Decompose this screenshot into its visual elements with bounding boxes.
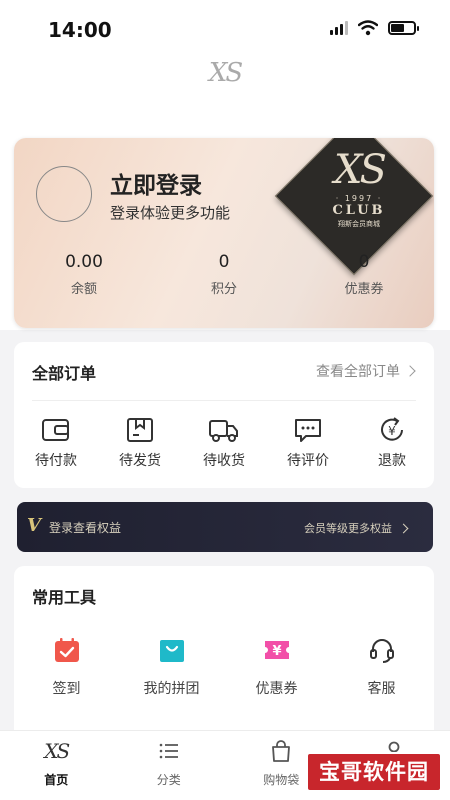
order-label: 待收货	[203, 453, 245, 469]
stat-balance[interactable]: 0.00 余额	[14, 252, 154, 297]
status-icons	[330, 20, 419, 36]
stat-label: 余额	[70, 282, 97, 297]
tools-title: 常用工具	[32, 588, 97, 607]
order-label: 待发货	[119, 453, 161, 469]
banner-left-text: 登录查看权益	[49, 521, 122, 535]
battery-icon	[388, 21, 419, 35]
order-label: 待评价	[287, 453, 329, 469]
login-subtitle: 登录体验更多功能	[110, 204, 231, 222]
order-label: 待付款	[35, 453, 77, 469]
wifi-icon	[358, 20, 378, 36]
tool-coupons[interactable]: ¥ 优惠券	[229, 636, 325, 698]
member-benefits-banner[interactable]: V 登录查看权益 会员等级更多权益	[17, 502, 433, 552]
home-logo-icon: XS	[44, 739, 70, 763]
shopping-bag-icon	[272, 740, 291, 762]
stat-value: 0	[218, 252, 230, 272]
badge-club: CLUB	[332, 203, 386, 218]
app-logo: XS	[208, 58, 243, 88]
tool-label: 客服	[367, 681, 396, 697]
tool-customer-service[interactable]: 客服	[334, 636, 430, 698]
stat-label: 优惠券	[344, 282, 384, 297]
nav-category[interactable]: 分类	[113, 731, 226, 800]
badge-logo: XS	[334, 147, 387, 193]
orders-card: 全部订单 查看全部订单 待付款 待发货 待收货 待评价 ¥ 退款	[14, 342, 434, 488]
comment-icon	[295, 419, 321, 442]
calendar-check-icon	[54, 638, 79, 662]
chevron-right-icon	[404, 365, 416, 377]
watermark: 宝哥软件园	[306, 752, 442, 792]
view-all-label: 查看全部订单	[316, 364, 400, 380]
nav-label: 分类	[156, 773, 181, 787]
stat-label: 积分	[210, 282, 237, 297]
wallet-icon	[42, 419, 69, 441]
nav-home[interactable]: XS 首页	[0, 731, 113, 800]
order-status-row: 待付款 待发货 待收货 待评价 ¥ 退款	[14, 416, 434, 470]
order-pending-payment[interactable]: 待付款	[21, 416, 91, 470]
signal-icon	[330, 21, 348, 35]
vip-icon: V	[27, 515, 41, 536]
stat-points[interactable]: 0 积分	[154, 252, 294, 297]
order-label: 退款	[378, 453, 406, 469]
svg-text:¥: ¥	[388, 424, 396, 438]
member-stats: 0.00 余额 0 积分 0 优惠券	[14, 252, 434, 297]
tool-label: 我的拼团	[143, 681, 200, 697]
tool-group-buy[interactable]: 我的拼团	[124, 636, 220, 698]
order-pending-shipment[interactable]: 待发货	[105, 416, 175, 470]
stat-coupons[interactable]: 0 优惠券	[294, 252, 434, 297]
chevron-right-icon	[398, 523, 409, 533]
refund-icon: ¥	[381, 417, 403, 441]
tool-label: 签到	[52, 681, 81, 697]
truck-icon	[209, 420, 238, 442]
view-all-orders-link[interactable]: 查看全部订单	[316, 361, 416, 381]
headset-icon	[369, 639, 394, 663]
status-time: 14:00	[48, 18, 112, 42]
list-icon	[159, 743, 178, 759]
banner-right-text: 会员等级更多权益	[304, 522, 392, 535]
order-refund[interactable]: ¥ 退款	[357, 416, 427, 470]
orders-title: 全部订单	[32, 364, 97, 383]
badge-year: · 1997 ·	[335, 194, 383, 203]
tools-row: 签到 我的拼团 ¥ 优惠券 客服	[14, 636, 434, 698]
club-badge-text: XS · 1997 · CLUB 翔斯会员商城	[304, 148, 414, 229]
tool-label: 优惠券	[255, 681, 298, 697]
avatar[interactable]	[36, 166, 92, 222]
login-title[interactable]: 立即登录	[110, 166, 202, 200]
stat-value: 0	[358, 252, 370, 272]
order-pending-receipt[interactable]: 待收货	[189, 416, 259, 470]
package-icon	[127, 418, 153, 442]
divider	[32, 400, 416, 401]
nav-label: 首页	[44, 773, 69, 787]
svg-text:¥: ¥	[272, 644, 281, 659]
status-bar: 14:00	[0, 0, 450, 56]
stat-value: 0.00	[65, 252, 103, 272]
badge-subtitle: 翔斯会员商城	[338, 220, 380, 228]
banner-right-link[interactable]: 会员等级更多权益	[304, 520, 409, 536]
member-card[interactable]: 立即登录 登录体验更多功能 XS · 1997 · CLUB 翔斯会员商城 0.…	[14, 138, 434, 328]
shopping-bag-icon	[159, 640, 184, 662]
tool-checkin[interactable]: 签到	[19, 636, 115, 698]
order-pending-review[interactable]: 待评价	[273, 416, 343, 470]
coupon-icon: ¥	[264, 641, 289, 659]
